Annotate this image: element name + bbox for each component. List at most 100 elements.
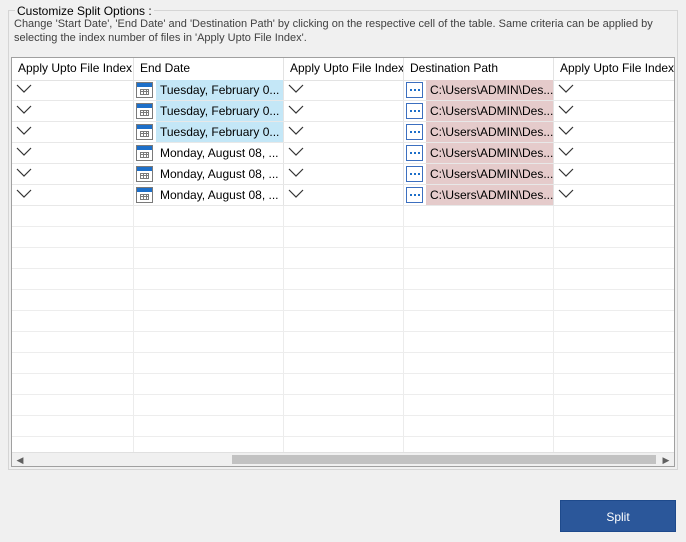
chevron-down-icon[interactable] bbox=[288, 167, 304, 181]
end-date-cell[interactable]: Monday, August 08, ... bbox=[134, 143, 284, 163]
destination-path-value[interactable]: C:\Users\ADMIN\Des... bbox=[426, 101, 553, 121]
end-date-cell[interactable]: Tuesday, February 0... bbox=[134, 101, 284, 121]
split-button[interactable]: Split bbox=[560, 500, 676, 532]
apply-index-dropdown[interactable] bbox=[554, 101, 674, 121]
end-date-cell[interactable]: Monday, August 08, ... bbox=[134, 164, 284, 184]
column-header-apply-index-3[interactable]: Apply Upto File Index bbox=[554, 58, 674, 80]
calendar-icon[interactable] bbox=[136, 82, 153, 98]
chevron-down-icon[interactable] bbox=[558, 125, 574, 139]
apply-index-dropdown[interactable] bbox=[12, 164, 134, 184]
end-date-cell[interactable]: Tuesday, February 0... bbox=[134, 80, 284, 100]
table-body: Tuesday, February 0... C:\Users\ADMIN\Des… bbox=[12, 80, 674, 458]
calendar-icon[interactable] bbox=[136, 103, 153, 119]
chevron-down-icon[interactable] bbox=[16, 125, 32, 139]
destination-path-cell[interactable]: C:\Users\ADMIN\Des... bbox=[404, 101, 554, 121]
table-row: Monday, August 08, ... C:\Users\ADMIN\Des… bbox=[12, 185, 674, 206]
chevron-down-icon[interactable] bbox=[558, 188, 574, 202]
browse-dots-icon[interactable] bbox=[406, 187, 423, 203]
table-row: Tuesday, February 0... C:\Users\ADMIN\Des… bbox=[12, 80, 674, 101]
apply-index-dropdown[interactable] bbox=[554, 164, 674, 184]
table-row: Monday, August 08, ... C:\Users\ADMIN\Des… bbox=[12, 143, 674, 164]
apply-index-dropdown[interactable] bbox=[12, 122, 134, 142]
column-header-destination-path[interactable]: Destination Path bbox=[404, 58, 554, 80]
browse-dots-icon[interactable] bbox=[406, 166, 423, 182]
calendar-icon[interactable] bbox=[136, 187, 153, 203]
end-date-value[interactable]: Monday, August 08, ... bbox=[156, 143, 283, 163]
table-row: Monday, August 08, ... C:\Users\ADMIN\Des… bbox=[12, 164, 674, 185]
end-date-value[interactable]: Monday, August 08, ... bbox=[156, 164, 283, 184]
browse-dots-icon[interactable] bbox=[406, 145, 423, 161]
scroll-right-icon[interactable]: ▶ bbox=[660, 454, 672, 466]
calendar-icon[interactable] bbox=[136, 166, 153, 182]
table-row: Tuesday, February 0... C:\Users\ADMIN\Des… bbox=[12, 101, 674, 122]
chevron-down-icon[interactable] bbox=[16, 146, 32, 160]
instructions-text: Change 'Start Date', 'End Date' and 'Des… bbox=[14, 18, 653, 44]
destination-path-value[interactable]: C:\Users\ADMIN\Des... bbox=[426, 164, 553, 184]
apply-index-dropdown[interactable] bbox=[554, 185, 674, 205]
chevron-down-icon[interactable] bbox=[558, 104, 574, 118]
apply-index-dropdown[interactable] bbox=[554, 122, 674, 142]
empty-table-row bbox=[12, 395, 674, 416]
empty-table-row bbox=[12, 269, 674, 290]
chevron-down-icon[interactable] bbox=[288, 146, 304, 160]
apply-index-dropdown[interactable] bbox=[284, 122, 404, 142]
browse-dots-icon[interactable] bbox=[406, 124, 423, 140]
empty-table-row bbox=[12, 416, 674, 437]
destination-path-cell[interactable]: C:\Users\ADMIN\Des... bbox=[404, 164, 554, 184]
browse-dots-icon[interactable] bbox=[406, 82, 423, 98]
apply-index-dropdown[interactable] bbox=[284, 164, 404, 184]
calendar-icon[interactable] bbox=[136, 124, 153, 140]
empty-table-row bbox=[12, 311, 674, 332]
empty-table-row bbox=[12, 206, 674, 227]
calendar-icon[interactable] bbox=[136, 145, 153, 161]
empty-table-row bbox=[12, 227, 674, 248]
end-date-value[interactable]: Tuesday, February 0... bbox=[156, 122, 283, 142]
column-header-end-date[interactable]: End Date bbox=[134, 58, 284, 80]
apply-index-dropdown[interactable] bbox=[12, 143, 134, 163]
apply-index-dropdown[interactable] bbox=[12, 80, 134, 100]
destination-path-value[interactable]: C:\Users\ADMIN\Des... bbox=[426, 80, 553, 100]
chevron-down-icon[interactable] bbox=[288, 125, 304, 139]
apply-index-dropdown[interactable] bbox=[554, 80, 674, 100]
apply-index-dropdown[interactable] bbox=[284, 101, 404, 121]
chevron-down-icon[interactable] bbox=[16, 104, 32, 118]
chevron-down-icon[interactable] bbox=[16, 83, 32, 97]
apply-index-dropdown[interactable] bbox=[12, 101, 134, 121]
empty-table-row bbox=[12, 332, 674, 353]
empty-table-row bbox=[12, 353, 674, 374]
destination-path-cell[interactable]: C:\Users\ADMIN\Des... bbox=[404, 80, 554, 100]
empty-table-row bbox=[12, 374, 674, 395]
chevron-down-icon[interactable] bbox=[558, 167, 574, 181]
destination-path-cell[interactable]: C:\Users\ADMIN\Des... bbox=[404, 143, 554, 163]
end-date-value[interactable]: Tuesday, February 0... bbox=[156, 80, 283, 100]
browse-dots-icon[interactable] bbox=[406, 103, 423, 119]
apply-index-dropdown[interactable] bbox=[284, 80, 404, 100]
scrollbar-thumb[interactable] bbox=[232, 455, 656, 464]
end-date-cell[interactable]: Tuesday, February 0... bbox=[134, 122, 284, 142]
chevron-down-icon[interactable] bbox=[288, 83, 304, 97]
apply-index-dropdown[interactable] bbox=[12, 185, 134, 205]
group-title: Customize Split Options : bbox=[15, 4, 154, 18]
destination-path-value[interactable]: C:\Users\ADMIN\Des... bbox=[426, 185, 553, 205]
destination-path-cell[interactable]: C:\Users\ADMIN\Des... bbox=[404, 185, 554, 205]
end-date-value[interactable]: Monday, August 08, ... bbox=[156, 185, 283, 205]
end-date-value[interactable]: Tuesday, February 0... bbox=[156, 101, 283, 121]
apply-index-dropdown[interactable] bbox=[554, 143, 674, 163]
end-date-cell[interactable]: Monday, August 08, ... bbox=[134, 185, 284, 205]
chevron-down-icon[interactable] bbox=[558, 146, 574, 160]
apply-index-dropdown[interactable] bbox=[284, 143, 404, 163]
chevron-down-icon[interactable] bbox=[288, 104, 304, 118]
column-header-apply-index-2[interactable]: Apply Upto File Index bbox=[284, 58, 404, 80]
scroll-left-icon[interactable]: ◀ bbox=[14, 454, 26, 466]
chevron-down-icon[interactable] bbox=[16, 188, 32, 202]
destination-path-cell[interactable]: C:\Users\ADMIN\Des... bbox=[404, 122, 554, 142]
destination-path-value[interactable]: C:\Users\ADMIN\Des... bbox=[426, 143, 553, 163]
horizontal-scrollbar[interactable]: ◀ ▶ bbox=[12, 452, 674, 466]
destination-path-value[interactable]: C:\Users\ADMIN\Des... bbox=[426, 122, 553, 142]
chevron-down-icon[interactable] bbox=[16, 167, 32, 181]
chevron-down-icon[interactable] bbox=[288, 188, 304, 202]
customize-split-options-group: Customize Split Options : Change 'Start … bbox=[8, 4, 678, 470]
column-header-apply-index-1[interactable]: Apply Upto File Index bbox=[12, 58, 134, 80]
apply-index-dropdown[interactable] bbox=[284, 185, 404, 205]
chevron-down-icon[interactable] bbox=[558, 83, 574, 97]
